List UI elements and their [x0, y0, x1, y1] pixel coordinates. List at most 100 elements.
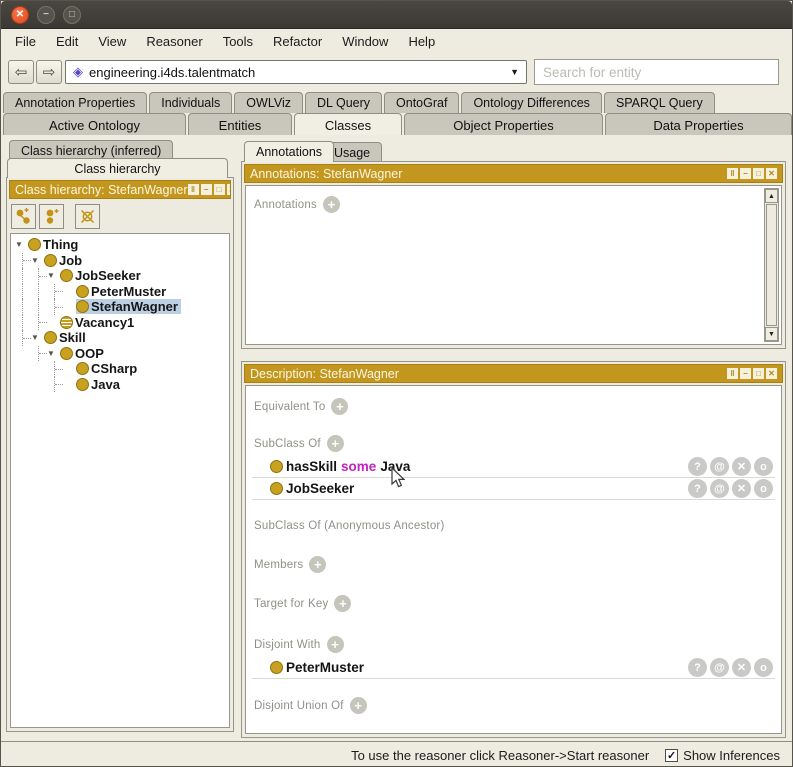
explain-inference-icon[interactable]: ? — [688, 479, 707, 498]
tree-item-csharp[interactable]: CSharp — [11, 361, 229, 377]
object-property-name: hasSkill — [286, 459, 337, 474]
tab-data-properties[interactable]: Data Properties — [605, 113, 792, 135]
tree-item-petermuster[interactable]: PeterMuster — [11, 284, 229, 300]
tree-item-java[interactable]: Java — [11, 377, 229, 393]
class-icon — [270, 460, 283, 473]
scroll-down-icon[interactable]: ▼ — [765, 327, 778, 341]
tree-item-stefanwagner[interactable]: StefanWagner — [11, 299, 229, 315]
tree-guide — [15, 268, 31, 284]
description-header-title: Description: StefanWagner — [250, 367, 399, 381]
class-hierarchy-tree: ▼ Thing ▼ Job ▼ JobSeeker — [10, 233, 230, 728]
float-icon[interactable]: □ — [214, 184, 225, 195]
delete-icon[interactable]: ✕ — [732, 479, 751, 498]
explain-inference-icon[interactable]: ? — [688, 658, 707, 677]
tab-individuals[interactable]: Individuals — [149, 92, 232, 113]
tab-active-ontology[interactable]: Active Ontology — [3, 113, 186, 135]
tree-item-oop[interactable]: ▼ OOP — [11, 346, 229, 362]
tree-item-vacancy1[interactable]: Vacancy1 — [11, 315, 229, 331]
add-disjoint-union-of-icon[interactable]: + — [350, 697, 367, 714]
checkbox-checked-icon[interactable]: ✓ — [665, 749, 678, 762]
tab-sparql-query[interactable]: SPARQL Query — [604, 92, 715, 113]
menu-reasoner[interactable]: Reasoner — [136, 31, 212, 52]
menu-file[interactable]: File — [5, 31, 46, 52]
description-panel: Description: StefanWagner ‖ − □ ✕ Equiva… — [241, 361, 786, 738]
menu-window[interactable]: Window — [332, 31, 398, 52]
window-minimize-icon[interactable]: − — [37, 6, 55, 24]
show-inferences-toggle[interactable]: ✓ Show Inferences — [665, 748, 780, 763]
annotate-icon[interactable]: @ — [710, 479, 729, 498]
tab-owlviz[interactable]: OWLViz — [234, 92, 303, 113]
menu-tools[interactable]: Tools — [213, 31, 263, 52]
tab-ontology-differences[interactable]: Ontology Differences — [461, 92, 602, 113]
split-vertical-icon[interactable]: ‖ — [727, 368, 738, 379]
close-icon[interactable]: ✕ — [766, 168, 777, 179]
expander-icon[interactable]: ▼ — [31, 333, 44, 342]
chevron-down-icon[interactable]: ▼ — [510, 67, 519, 77]
tab-ontograf[interactable]: OntoGraf — [384, 92, 459, 113]
tab-class-hierarchy[interactable]: Class hierarchy — [7, 158, 228, 178]
search-input[interactable] — [534, 59, 779, 85]
delete-class-icon — [79, 208, 96, 225]
scrollbar-thumb[interactable] — [766, 204, 777, 326]
close-icon[interactable]: ✕ — [766, 368, 777, 379]
subclass-of-row-hasskill-some-java[interactable]: hasSkill some Java ? @ ✕ o — [252, 456, 775, 478]
tree-item-thing[interactable]: ▼ Thing — [11, 237, 229, 253]
expander-icon[interactable]: ▼ — [47, 271, 60, 280]
float-icon[interactable]: □ — [753, 168, 764, 179]
annotate-icon[interactable]: @ — [710, 457, 729, 476]
tree-item-job[interactable]: ▼ Job — [11, 253, 229, 269]
add-target-for-key-icon[interactable]: + — [334, 595, 351, 612]
split-horizontal-icon[interactable]: − — [740, 368, 751, 379]
scrollbar[interactable]: ▲ ▼ — [764, 188, 779, 342]
window-maximize-icon[interactable]: □ — [63, 6, 81, 24]
tab-entities[interactable]: Entities — [188, 113, 292, 135]
delete-class-button[interactable] — [75, 204, 100, 229]
annotations-panel: Annotations: StefanWagner ‖ − □ ✕ Annota… — [241, 161, 786, 349]
edit-icon[interactable]: o — [754, 658, 773, 677]
delete-icon[interactable]: ✕ — [732, 457, 751, 476]
split-horizontal-icon[interactable]: − — [201, 184, 212, 195]
split-horizontal-icon[interactable]: − — [740, 168, 751, 179]
window-close-icon[interactable]: ✕ — [11, 6, 29, 24]
tab-annotations[interactable]: Annotations — [244, 141, 334, 162]
annotate-icon[interactable]: @ — [710, 658, 729, 677]
forward-button[interactable]: ⇨ — [36, 60, 62, 84]
tree-item-skill[interactable]: ▼ Skill — [11, 330, 229, 346]
tree-guide — [47, 284, 63, 300]
add-equivalent-to-icon[interactable]: + — [331, 398, 348, 415]
tab-annotation-properties[interactable]: Annotation Properties — [3, 92, 147, 113]
tab-class-hierarchy-inferred[interactable]: Class hierarchy (inferred) — [9, 140, 173, 159]
tab-classes[interactable]: Classes — [294, 113, 402, 135]
add-sibling-class-button[interactable] — [39, 204, 64, 229]
split-vertical-icon[interactable]: ‖ — [188, 184, 199, 195]
add-subclass-button[interactable] — [11, 204, 36, 229]
menu-view[interactable]: View — [88, 31, 136, 52]
expander-icon[interactable]: ▼ — [15, 240, 28, 249]
menu-refactor[interactable]: Refactor — [263, 31, 332, 52]
tree-item-label: Java — [91, 377, 120, 392]
subclass-of-row-jobseeker[interactable]: JobSeeker ? @ ✕ o — [252, 478, 775, 500]
tree-item-label: StefanWagner — [91, 299, 178, 314]
menu-edit[interactable]: Edit — [46, 31, 88, 52]
ontology-selector[interactable]: ◈ engineering.i4ds.talentmatch ▼ — [65, 60, 527, 84]
add-disjoint-with-icon[interactable]: + — [327, 636, 344, 653]
edit-icon[interactable]: o — [754, 457, 773, 476]
delete-icon[interactable]: ✕ — [732, 658, 751, 677]
expander-icon[interactable]: ▼ — [31, 256, 44, 265]
expander-icon[interactable]: ▼ — [47, 349, 60, 358]
close-icon[interactable]: ✕ — [227, 184, 231, 195]
tab-object-properties[interactable]: Object Properties — [404, 113, 603, 135]
edit-icon[interactable]: o — [754, 479, 773, 498]
add-members-icon[interactable]: + — [309, 556, 326, 573]
scroll-up-icon[interactable]: ▲ — [765, 189, 778, 203]
tab-dl-query[interactable]: DL Query — [305, 92, 382, 113]
disjoint-with-row-petermuster[interactable]: PeterMuster ? @ ✕ o — [252, 657, 775, 679]
tree-item-jobseeker[interactable]: ▼ JobSeeker — [11, 268, 229, 284]
float-icon[interactable]: □ — [753, 368, 764, 379]
add-subclass-of-icon[interactable]: + — [327, 435, 344, 452]
add-annotation-icon[interactable]: + — [323, 196, 340, 213]
back-button[interactable]: ⇦ — [8, 60, 34, 84]
explain-inference-icon[interactable]: ? — [688, 457, 707, 476]
split-vertical-icon[interactable]: ‖ — [727, 168, 738, 179]
menu-help[interactable]: Help — [398, 31, 445, 52]
